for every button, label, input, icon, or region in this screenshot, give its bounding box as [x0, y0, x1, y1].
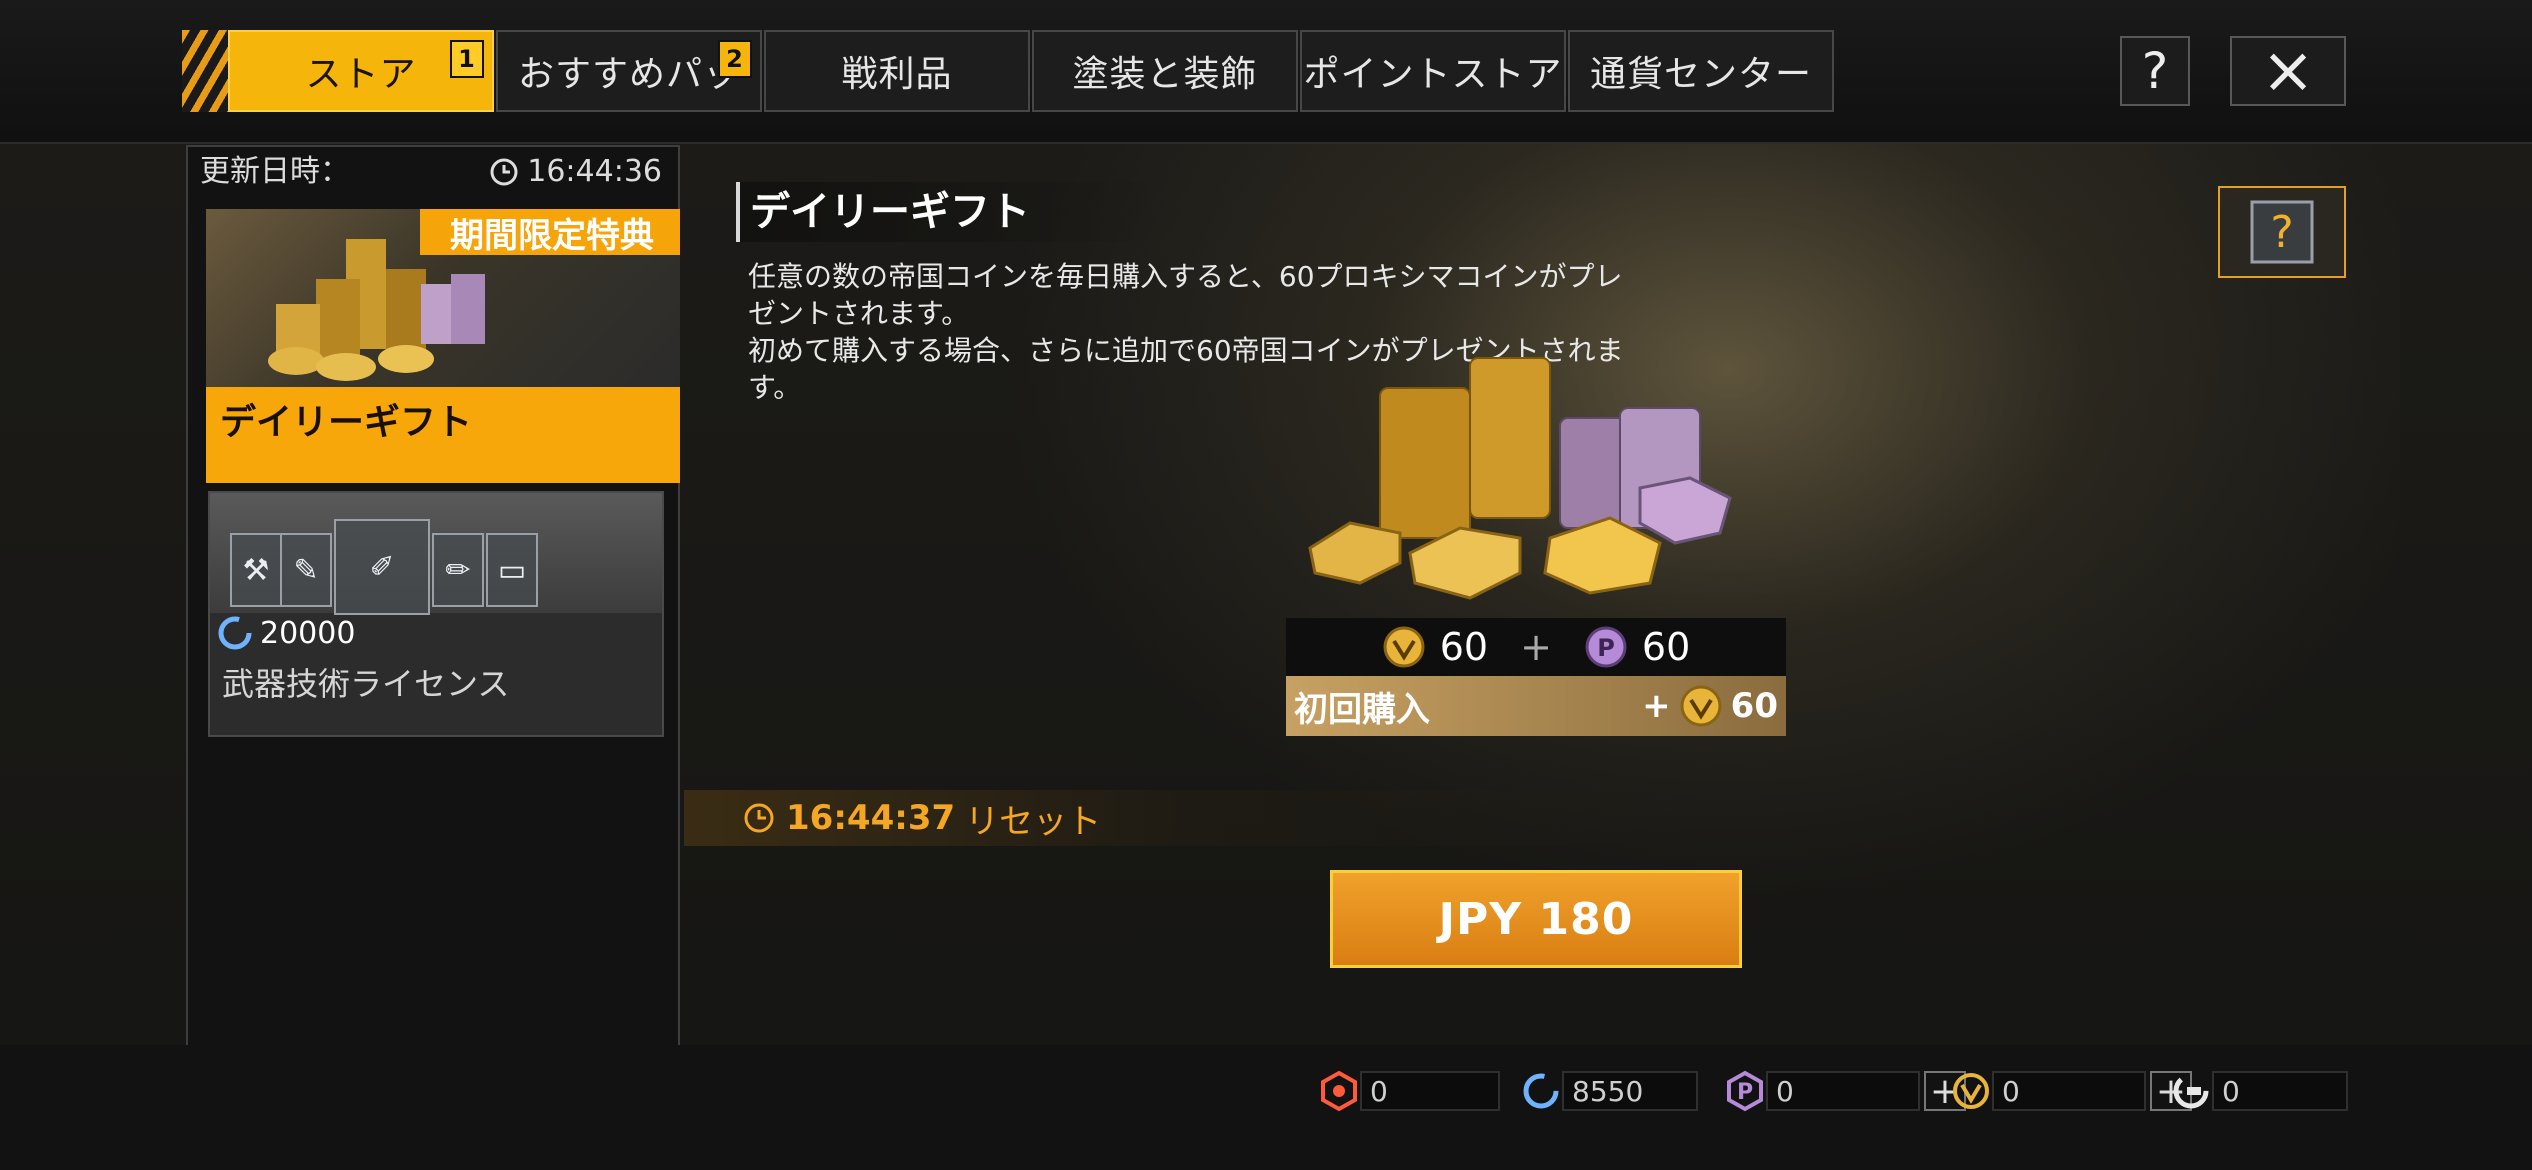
offer-title: デイリーギフト: [736, 182, 1170, 242]
mystery-box-icon: ?: [2250, 200, 2314, 264]
update-time-value: 16:44:36: [527, 154, 662, 189]
first-purchase-row: 初回購入 + 60: [1286, 676, 1786, 736]
buy-button[interactable]: JPY 180: [1330, 870, 1742, 968]
limited-offer-badge: 期間限定特典: [420, 209, 680, 256]
tab-store[interactable]: ストア 1: [228, 30, 494, 112]
tab-label: 通貨センター: [1589, 54, 1812, 95]
weapon-license-thumbnail: ⚒ ✎ ✐ ✏ ▭: [210, 493, 662, 615]
imperial-coin-icon: [1953, 1073, 1989, 1109]
tab-label: ストア: [305, 54, 417, 95]
brush-icon: ✏: [432, 533, 484, 607]
tab-label: ポイントストア: [1303, 54, 1563, 95]
currency-red-value: 0: [1360, 1071, 1500, 1111]
reward-imperial-amount: 60: [1439, 625, 1489, 669]
refresh-currency-icon: [218, 616, 252, 650]
imperial-coin-icon: [1383, 626, 1425, 668]
mystery-gift-button[interactable]: ?: [2218, 186, 2346, 278]
reward-proxima-amount: 60: [1641, 625, 1691, 669]
currency-blue-value: 8550: [1562, 1071, 1698, 1111]
decorative-stripes: [182, 30, 230, 112]
help-icon: ?: [2141, 42, 2169, 100]
imperial-coin-icon: [1680, 685, 1722, 727]
svg-text:P: P: [1597, 634, 1615, 662]
close-button[interactable]: ×: [2230, 34, 2346, 108]
reset-label: リセット: [965, 801, 1102, 842]
proxima-coin-icon: P: [1727, 1070, 1763, 1112]
tab-label: 戦利品: [841, 54, 953, 95]
reset-time: 16:44:37: [786, 798, 956, 838]
first-purchase-label: 初回購入: [1294, 689, 1430, 730]
currency-proxima-value: 0: [1766, 1071, 1920, 1111]
help-button[interactable]: ?: [2120, 36, 2190, 106]
svg-text:P: P: [1737, 1080, 1753, 1105]
tab-badge: 1: [450, 40, 484, 78]
reward-daily-row: 60 + P 60: [1286, 618, 1786, 676]
first-purchase-amount: 60: [1730, 686, 1778, 726]
currency-imperial: 0 +: [1950, 1070, 2192, 1112]
svg-text:?: ?: [2270, 207, 2293, 258]
update-label: 更新日時：: [200, 154, 350, 189]
wrench-icon: ✎: [280, 533, 332, 607]
description-line-1: 任意の数の帝国コインを毎日購入すると、60プロキシマコインがプレゼントされます。: [748, 260, 1623, 330]
tab-bar: ストア 1 おすすめパッ 2 戦利品 塗装と装飾 ポイントストア 通貨センター: [228, 30, 1836, 112]
tab-label: 塗装と装飾: [1072, 54, 1258, 95]
proxima-coin-icon: P: [1585, 626, 1627, 668]
coin-stack-image: [1308, 357, 1732, 600]
daily-gift-card[interactable]: 期間限定特典 デイリーギフト: [206, 209, 680, 483]
tab-label: おすすめパッ: [517, 54, 740, 95]
currency-red: 0: [1318, 1070, 1500, 1112]
reward-plus: +: [1520, 625, 1552, 669]
daily-gift-label: デイリーギフト: [206, 387, 680, 483]
tab-recommended-packs[interactable]: おすすめパッ 2: [496, 30, 762, 112]
license-price: 20000: [216, 613, 355, 653]
reset-timer: 16:44:37 リセット: [684, 790, 2384, 846]
first-purchase-plus: +: [1642, 686, 1671, 726]
clock-icon: [744, 803, 774, 833]
item-list-panel: 更新日時： 16:44:36 期間限定特典 デイリーギフト ⚒ ✎ ✐ ✏ ▭ …: [186, 145, 680, 1065]
reward-summary: 60 + P 60 初回購入 + 60: [1286, 618, 1786, 738]
chip-icon: ▭: [486, 533, 538, 607]
update-time: 16:44:36: [489, 147, 662, 197]
tab-point-store[interactable]: ポイントストア: [1300, 30, 1566, 112]
close-icon: ×: [2261, 34, 2315, 108]
tab-currency-center[interactable]: 通貨センター: [1568, 30, 1834, 112]
weapon-license-card[interactable]: ⚒ ✎ ✐ ✏ ▭ 20000 武器技術ライセンス: [208, 491, 664, 737]
first-purchase-bonus: + 60: [1642, 684, 1778, 728]
buy-price-label: JPY 180: [1438, 893, 1634, 945]
currency-blue: 8550: [1520, 1070, 1698, 1112]
pen-icon: ✐: [334, 519, 430, 615]
white-token-icon: [2173, 1073, 2209, 1109]
blue-refresh-coin-icon: [1523, 1073, 1559, 1109]
clock-icon: [490, 158, 518, 186]
tab-loot[interactable]: 戦利品: [764, 30, 1030, 112]
weapon-license-label: 武器技術ライセンス: [222, 665, 510, 703]
license-price-value: 20000: [260, 615, 356, 651]
currency-imperial-value: 0: [1992, 1071, 2146, 1111]
currency-proxima: P 0 +: [1724, 1070, 1966, 1112]
currency-white: 0: [2170, 1070, 2348, 1112]
currency-white-value: 0: [2212, 1071, 2348, 1111]
tab-badge: 2: [718, 40, 752, 78]
tab-paint-decoration[interactable]: 塗装と装飾: [1032, 30, 1298, 112]
red-token-icon: [1321, 1070, 1357, 1112]
tool-icon: ⚒: [230, 533, 282, 607]
